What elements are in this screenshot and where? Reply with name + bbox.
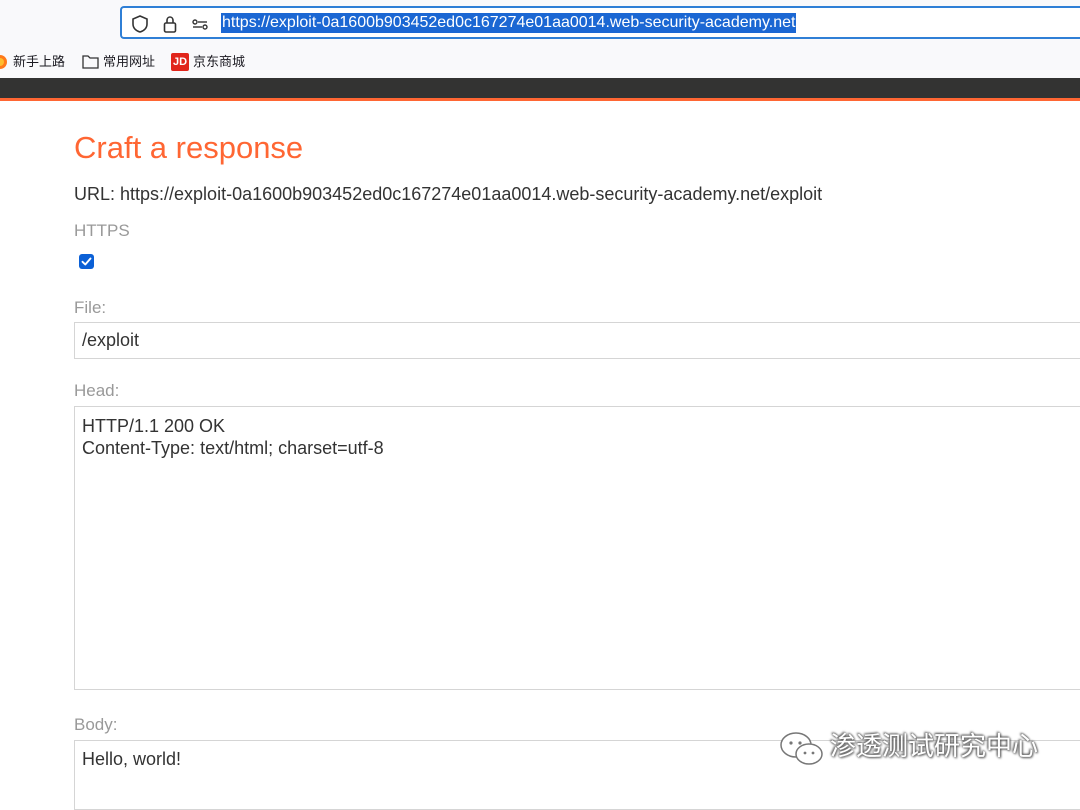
jd-icon: JD: [171, 53, 189, 71]
tracking-protection-shield-icon[interactable]: [130, 14, 150, 34]
body-label: Body:: [74, 715, 118, 734]
wechat-icon: [778, 730, 826, 773]
permissions-icon[interactable]: [190, 14, 210, 34]
page-title: Craft a response: [74, 130, 304, 165]
head-line: Content-Type: text/html; charset=utf-8: [82, 438, 384, 458]
folder-icon: [82, 54, 99, 74]
exploit-url: URL: https://exploit-0a1600b903452ed0c16…: [74, 184, 823, 204]
browser-toolbar: https://exploit-0a1600b903452ed0c167274e…: [0, 0, 1080, 46]
body-value: Hello, world!: [82, 749, 182, 769]
head-label: Head:: [74, 381, 120, 400]
bookmark-label: 新手上路: [13, 54, 66, 69]
firefox-icon: [0, 54, 8, 75]
watermark-text: 渗透测试研究中心: [830, 732, 1039, 762]
head-textarea[interactable]: HTTP/1.1 200 OK Content-Type: text/html;…: [74, 406, 1080, 690]
address-bar[interactable]: https://exploit-0a1600b903452ed0c167274e…: [120, 6, 1080, 39]
file-value: /exploit: [82, 330, 140, 350]
https-label: HTTPS: [74, 221, 130, 240]
https-checkbox[interactable]: [79, 254, 94, 269]
head-line: HTTP/1.1 200 OK: [82, 416, 226, 436]
file-label: File:: [74, 298, 107, 317]
file-input[interactable]: /exploit: [74, 322, 1080, 359]
bookmark-label: 常用网址: [103, 54, 156, 69]
address-text[interactable]: https://exploit-0a1600b903452ed0c167274e…: [221, 13, 797, 33]
site-header: [0, 78, 1080, 101]
bookmark-label: 京东商城: [193, 54, 246, 69]
bookmarks-bar: 新手上路 常用网址 JD 京东商城: [0, 46, 1080, 78]
lock-icon[interactable]: [160, 14, 180, 34]
